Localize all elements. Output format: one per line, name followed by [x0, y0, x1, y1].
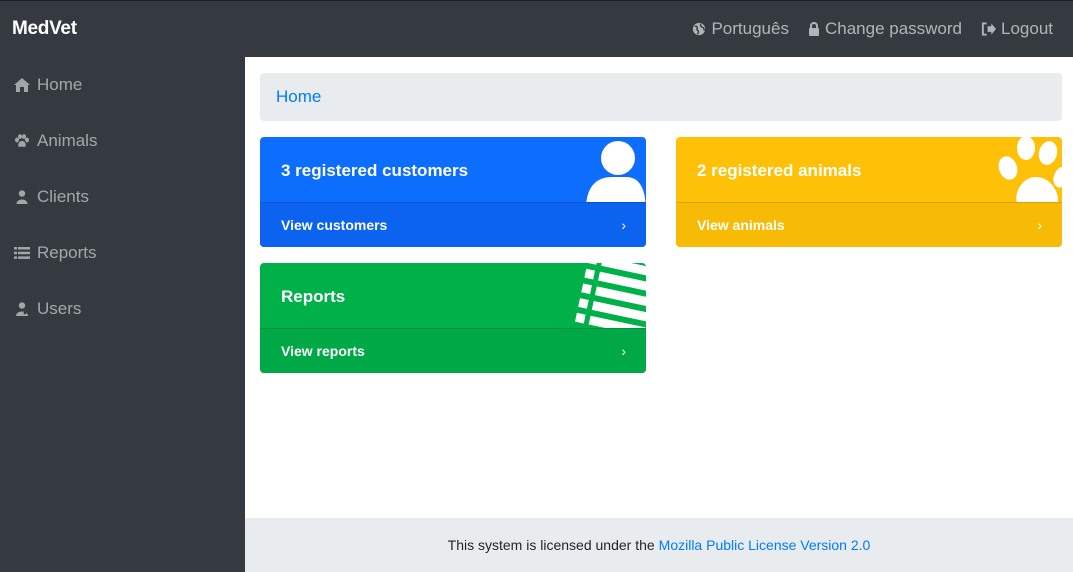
home-icon — [14, 78, 30, 92]
list-icon — [14, 247, 30, 259]
card-footer-label: View reports — [281, 343, 365, 359]
sidebar-item-label: Clients — [37, 187, 89, 206]
card-footer-label: View animals — [697, 217, 785, 233]
chevron-right-icon: › — [621, 343, 626, 359]
sidebar-item-label: Home — [37, 75, 83, 94]
top-navbar: MedVet Português Change password Logout — [0, 0, 1073, 57]
language-link[interactable]: Português — [692, 19, 789, 39]
card-footer-label: View customers — [281, 217, 388, 233]
sidebar: Home Animals Clients Reports Users — [0, 57, 245, 572]
change-password-link[interactable]: Change password — [808, 19, 962, 39]
sidebar-item-label: Reports — [37, 243, 97, 262]
sidebar-item-label: Animals — [37, 131, 98, 150]
lock-icon — [808, 22, 819, 36]
card-body: 3 registered customers — [260, 137, 646, 213]
brand-logo[interactable]: MedVet — [12, 18, 77, 40]
globe-icon — [693, 22, 706, 36]
footer-text: This system is licensed under the — [447, 537, 655, 553]
reports-card: Reports View reports › — [260, 263, 646, 373]
change-password-label: Change password — [824, 19, 962, 38]
sidebar-item-home[interactable]: Home — [0, 57, 245, 113]
logout-label: Logout — [1001, 19, 1053, 38]
sidebar-item-reports[interactable]: Reports — [0, 225, 245, 281]
sign-out-icon — [981, 22, 996, 36]
main-content: Home 3 registered customers View custome… — [245, 57, 1073, 518]
breadcrumb-home-link[interactable]: Home — [276, 87, 321, 107]
view-reports-link[interactable]: View reports › — [260, 328, 646, 373]
chevron-right-icon: › — [621, 217, 626, 233]
page-footer: This system is licensed under the Mozill… — [245, 518, 1073, 572]
paw-icon — [15, 134, 29, 147]
card-body: Reports — [260, 263, 646, 337]
user-icon — [16, 190, 28, 204]
chevron-right-icon: › — [1037, 217, 1042, 233]
customers-card: 3 registered customers View customers › — [260, 137, 646, 247]
animals-card: 2 registered animals View animals › — [676, 137, 1062, 247]
license-link[interactable]: Mozilla Public License Version 2.0 — [659, 537, 871, 553]
sidebar-item-users[interactable]: Users — [0, 281, 245, 337]
sidebar-item-animals[interactable]: Animals — [0, 113, 245, 169]
breadcrumb: Home — [260, 73, 1062, 121]
card-title: 2 registered animals — [697, 161, 862, 180]
user-md-icon — [16, 302, 28, 316]
logout-link[interactable]: Logout — [981, 19, 1053, 39]
sidebar-item-label: Users — [37, 299, 82, 318]
language-label: Português — [711, 19, 789, 38]
view-customers-link[interactable]: View customers › — [260, 202, 646, 247]
card-title: 3 registered customers — [281, 161, 469, 180]
view-animals-link[interactable]: View animals › — [676, 202, 1062, 247]
card-body: 2 registered animals — [676, 137, 1062, 211]
sidebar-item-clients[interactable]: Clients — [0, 169, 245, 225]
navbar-actions: Português Change password Logout — [692, 19, 1053, 39]
card-title: Reports — [281, 287, 346, 306]
